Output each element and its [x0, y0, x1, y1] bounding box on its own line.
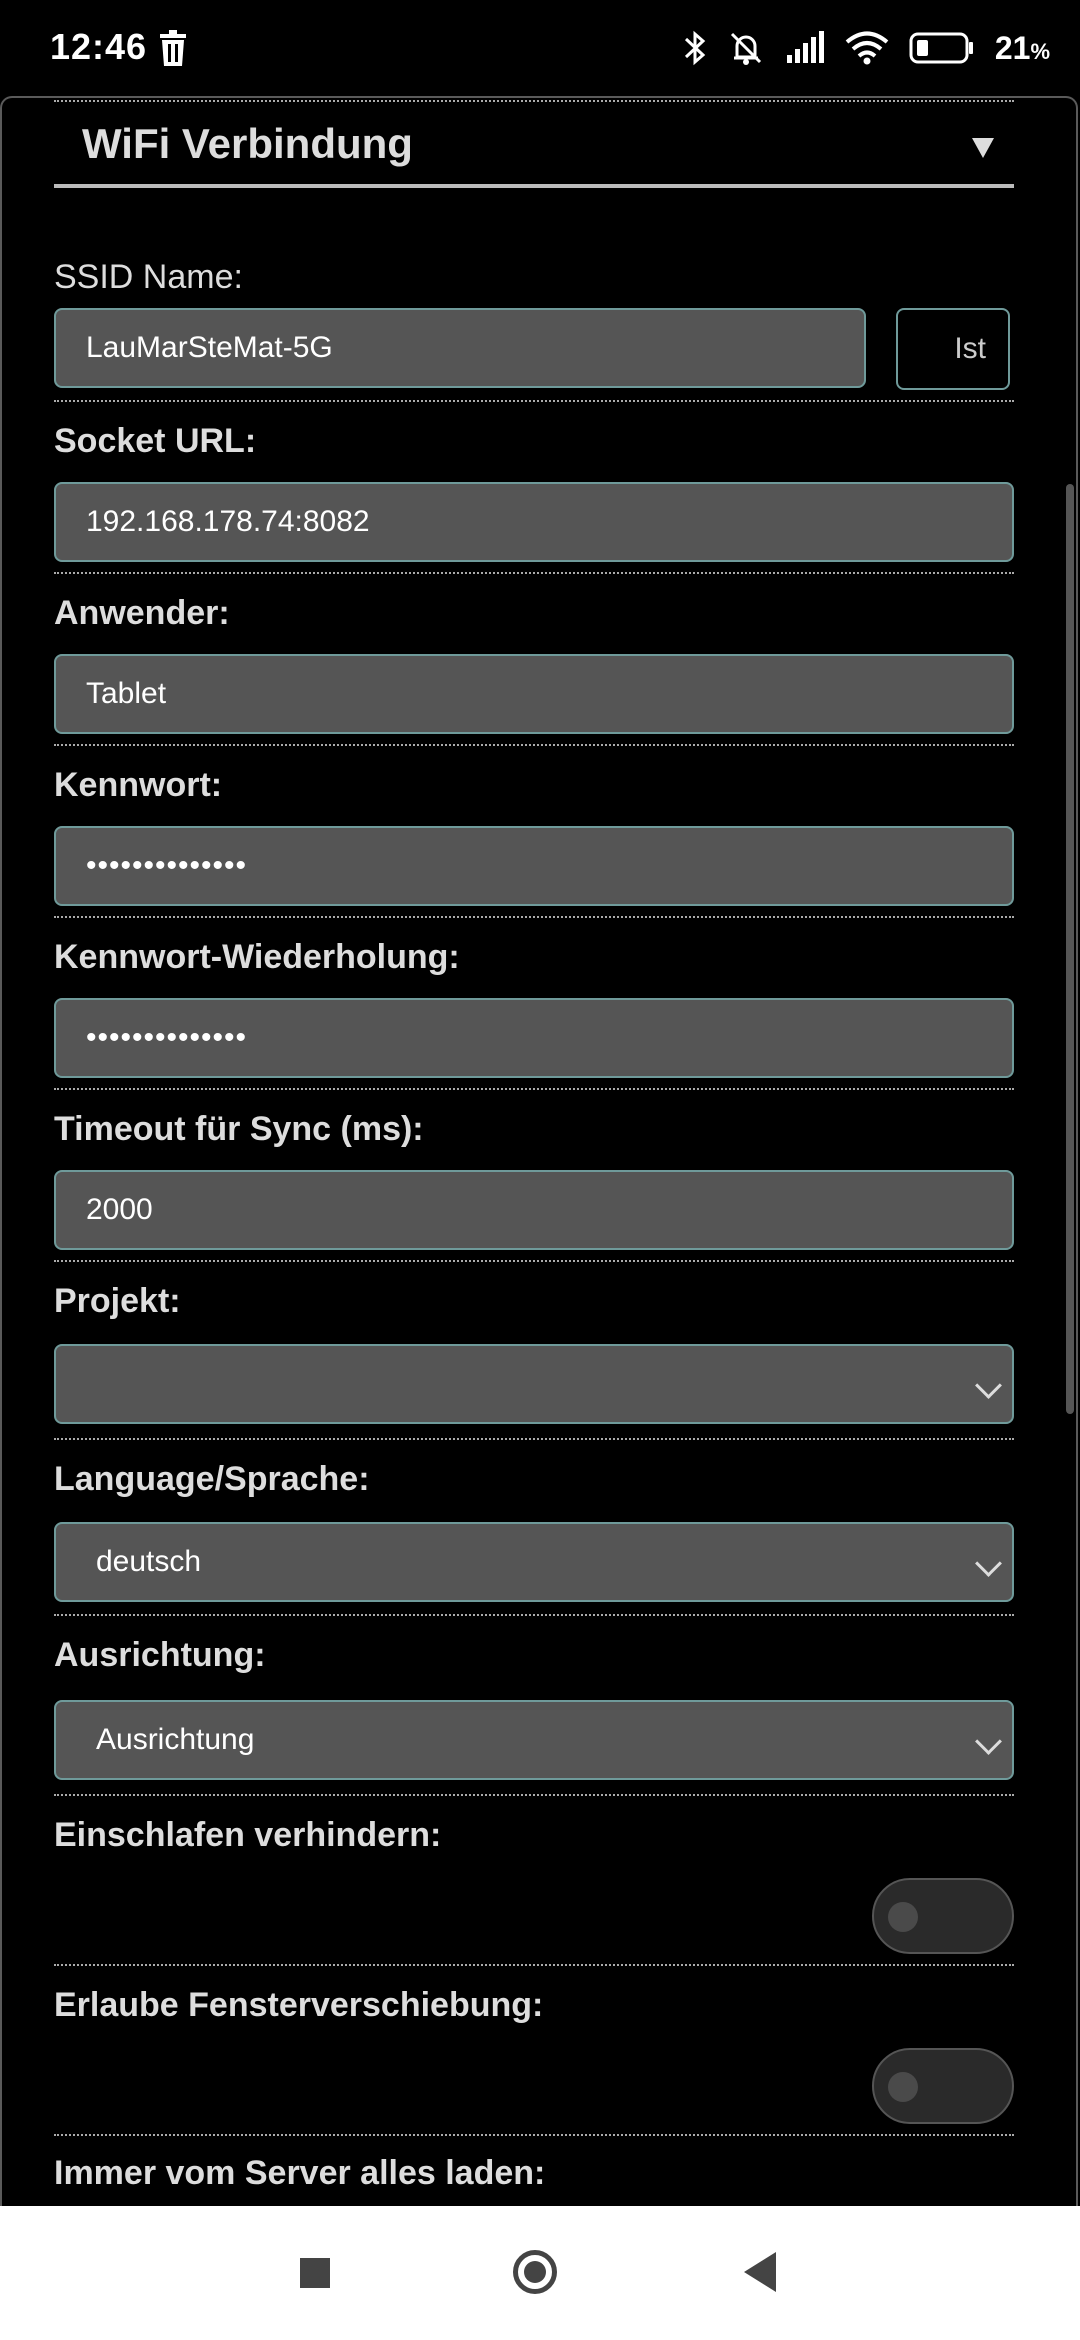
- status-icons: 21%: [683, 26, 1050, 70]
- ssid-label: SSID Name:: [54, 258, 243, 296]
- chevron-down-icon: [975, 1550, 1002, 1577]
- divider: [54, 1614, 1014, 1616]
- orientation-label: Ausrichtung:: [54, 1636, 266, 1674]
- divider: [54, 744, 1014, 746]
- back-icon[interactable]: [744, 2252, 776, 2292]
- divider: [54, 1260, 1014, 1262]
- socket-url-input[interactable]: 192.168.178.74:8082: [54, 482, 1014, 562]
- bluetooth-icon: [684, 30, 706, 66]
- battery-icon: [909, 32, 973, 64]
- language-select[interactable]: deutsch: [54, 1522, 1014, 1602]
- language-label: Language/Sprache:: [54, 1460, 370, 1498]
- divider: [54, 400, 1014, 402]
- password-label: Kennwort:: [54, 766, 223, 804]
- section-underline: [54, 184, 1014, 188]
- orientation-select[interactable]: Ausrichtung: [54, 1700, 1014, 1780]
- chevron-down-icon: [975, 1372, 1002, 1399]
- divider: [54, 1794, 1014, 1796]
- divider: [54, 916, 1014, 918]
- window-shift-label: Erlaube Fensterverschiebung:: [54, 1986, 544, 2024]
- home-icon[interactable]: [513, 2250, 557, 2294]
- password-repeat-label: Kennwort-Wiederholung:: [54, 938, 460, 976]
- toggle-knob: [888, 1902, 918, 1932]
- mute-bell-icon: [730, 32, 761, 65]
- recents-icon[interactable]: [300, 2258, 330, 2288]
- prevent-sleep-toggle[interactable]: [872, 1878, 1014, 1954]
- divider: [54, 2134, 1014, 2136]
- window-shift-toggle[interactable]: [872, 2048, 1014, 2124]
- timeout-label: Timeout für Sync (ms):: [54, 1110, 424, 1148]
- timeout-input[interactable]: 2000: [54, 1170, 1014, 1250]
- always-load-label: Immer vom Server alles laden:: [54, 2154, 546, 2192]
- orientation-select-value: Ausrichtung: [96, 1723, 255, 1756]
- user-input[interactable]: Tablet: [54, 654, 1014, 734]
- divider: [54, 1438, 1014, 1440]
- password-input[interactable]: ••••••••••••••: [54, 826, 1014, 906]
- project-label: Projekt:: [54, 1282, 181, 1320]
- wifi-icon: [845, 31, 889, 65]
- ssid-input[interactable]: LauMarSteMat-5G: [54, 308, 866, 388]
- section-title[interactable]: WiFi Verbindung: [82, 120, 413, 168]
- socket-url-label: Socket URL:: [54, 422, 257, 460]
- signal-icon: [786, 31, 824, 63]
- divider: [54, 572, 1014, 574]
- status-bar: 12:46 21%: [0, 0, 1080, 96]
- battery-percent: 21%: [994, 29, 1050, 66]
- language-select-value: deutsch: [96, 1545, 202, 1578]
- project-select-value: [86, 1367, 96, 1400]
- status-time: 12:46: [50, 26, 148, 67]
- navigation-bar: [0, 2206, 1080, 2340]
- password-repeat-input[interactable]: ••••••••••••••: [54, 998, 1014, 1078]
- toggle-knob: [888, 2072, 918, 2102]
- user-label: Anwender:: [54, 594, 230, 632]
- ist-button[interactable]: Ist: [896, 308, 1010, 390]
- divider: [54, 1964, 1014, 1966]
- collapse-arrow-icon[interactable]: [972, 138, 994, 158]
- trash-icon: [160, 30, 186, 66]
- divider: [54, 1088, 1014, 1090]
- divider: [54, 100, 1014, 102]
- project-select[interactable]: [54, 1344, 1014, 1424]
- prevent-sleep-label: Einschlafen verhindern:: [54, 1816, 442, 1854]
- scrollbar[interactable]: [1066, 484, 1074, 1414]
- chevron-down-icon: [975, 1728, 1002, 1755]
